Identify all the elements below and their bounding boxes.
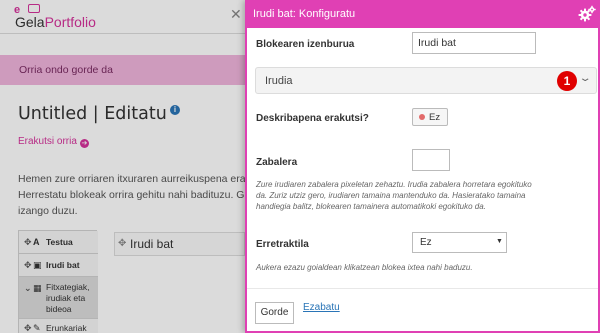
retractable-label: Erretraktila: [256, 239, 309, 250]
block-title-input[interactable]: Irudi bat: [412, 32, 536, 54]
block-title-label: Blokearen izenburua: [256, 39, 355, 50]
width-input[interactable]: [412, 149, 450, 171]
image-section-label: Irudia: [265, 75, 293, 87]
toggle-value: Ez: [429, 112, 441, 123]
dialog-title: Irudi bat: Konfiguratu: [253, 8, 356, 20]
show-description-label: Deskribapena erakutsi?: [256, 113, 369, 124]
divider: [247, 288, 598, 289]
retractable-select-value: Ez: [420, 237, 432, 248]
save-button[interactable]: Gorde: [255, 302, 294, 324]
modal-backdrop: [0, 0, 245, 333]
width-label: Zabalera: [256, 157, 298, 168]
show-description-toggle[interactable]: Ez: [412, 108, 448, 126]
block-config-dialog: Irudi bat: Konfiguratu Blokearen izenbur…: [245, 0, 600, 333]
retractable-help-text: Aukera ezazu goialdean klikatzean blokea…: [256, 263, 473, 272]
remove-link[interactable]: Ezabatu: [303, 302, 340, 313]
width-help-text: Zure irudiaren zabalera pixeletan zehazt…: [256, 180, 532, 211]
dialog-header: Irudi bat: Konfiguratu: [247, 0, 598, 28]
gear-icon[interactable]: [578, 5, 596, 23]
toggle-indicator-icon: [419, 114, 425, 120]
step-number-badge: 1: [557, 71, 577, 91]
retractable-select[interactable]: Ez ▼: [412, 232, 507, 253]
chevron-down-icon: ⌄: [578, 73, 592, 84]
caret-down-icon: ▼: [496, 238, 503, 245]
image-section-toggle[interactable]: Irudia 1 ⌄: [255, 67, 597, 94]
